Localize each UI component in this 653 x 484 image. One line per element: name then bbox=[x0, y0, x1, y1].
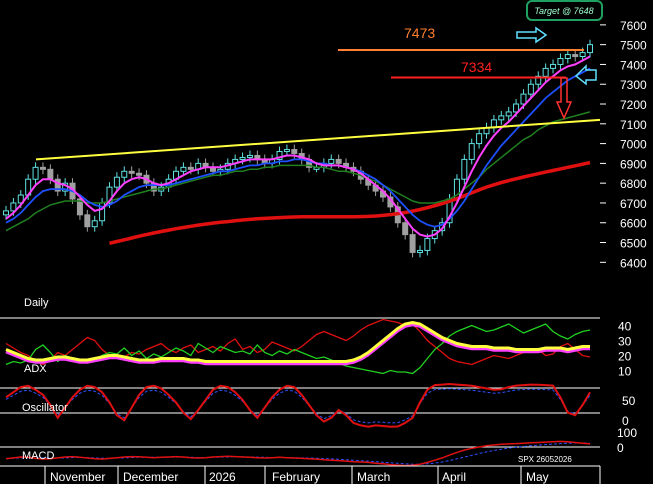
price-tick-label: 6800 bbox=[620, 177, 647, 191]
candle-body bbox=[579, 52, 586, 58]
spx-technical-chart: 7473 7334 Target @ 7648 7600 7500 7400 7300… bbox=[0, 0, 653, 484]
candle-body bbox=[3, 210, 9, 216]
candle-body bbox=[542, 67, 549, 77]
candle-body bbox=[587, 44, 593, 54]
candle-body bbox=[505, 111, 512, 117]
candle-body bbox=[47, 168, 54, 180]
candle-body bbox=[476, 133, 483, 145]
level-label-7334: 7334 bbox=[461, 59, 492, 75]
candle-body bbox=[283, 149, 290, 153]
candle-body bbox=[239, 156, 246, 160]
candle-body bbox=[402, 222, 409, 236]
panel-label-daily: Daily bbox=[24, 297, 49, 309]
candle-body bbox=[572, 54, 579, 58]
price-tick-label: 7000 bbox=[620, 138, 647, 152]
price-tick-label: 7500 bbox=[620, 39, 647, 53]
price-tick-label: 6500 bbox=[620, 237, 647, 251]
candle-body bbox=[136, 172, 143, 176]
price-tick-label: 6700 bbox=[620, 197, 647, 211]
target-badge-text: Target @ 7648 bbox=[534, 6, 593, 16]
candle-body bbox=[335, 158, 342, 164]
candle-body bbox=[39, 166, 46, 170]
candle-body bbox=[91, 220, 98, 228]
candle-body bbox=[113, 176, 120, 188]
panel-label-oscillator: Oscillator bbox=[22, 402, 68, 414]
ticker-label: SPX 26052026 bbox=[518, 455, 572, 464]
candle-body bbox=[187, 166, 194, 170]
candle-body bbox=[468, 143, 475, 160]
candle-body bbox=[32, 166, 39, 180]
adx-tick-label: 20 bbox=[618, 350, 632, 364]
candle-body bbox=[498, 115, 505, 121]
panel-label-adx: ADX bbox=[24, 363, 47, 375]
candle-body bbox=[461, 158, 468, 180]
month-label: November bbox=[50, 470, 105, 484]
macd-tick-label: 100 bbox=[617, 426, 637, 440]
candle-body bbox=[84, 214, 91, 228]
candle-body bbox=[424, 238, 431, 251]
oscillator-tick-label: 50 bbox=[622, 394, 636, 408]
candle-body bbox=[557, 58, 564, 65]
level-label-7473: 7473 bbox=[404, 25, 435, 41]
price-tick-label: 6400 bbox=[620, 256, 647, 270]
month-label: April bbox=[442, 470, 466, 484]
month-label: February bbox=[272, 470, 320, 484]
candle-body bbox=[550, 63, 557, 69]
panel-label-macd: MACD bbox=[22, 450, 54, 462]
price-tick-label: 7600 bbox=[620, 19, 647, 33]
candle-body bbox=[527, 83, 534, 95]
macd-tick-label: 0 bbox=[617, 441, 624, 455]
price-tick-label: 7300 bbox=[620, 78, 647, 92]
candle-body bbox=[246, 154, 253, 158]
month-label: December bbox=[123, 470, 178, 484]
candle-body bbox=[128, 170, 135, 174]
month-label: March bbox=[357, 470, 390, 484]
adx-tick-label: 10 bbox=[618, 365, 632, 379]
price-tick-label: 7400 bbox=[620, 58, 647, 72]
candle-body bbox=[291, 149, 298, 154]
candle-body bbox=[180, 166, 187, 172]
adx-tick-label: 40 bbox=[618, 320, 632, 334]
month-label: 2026 bbox=[209, 470, 236, 484]
month-label: May bbox=[526, 470, 549, 484]
price-tick-label: 6900 bbox=[620, 157, 647, 171]
candle-body bbox=[121, 170, 128, 178]
candle-body bbox=[564, 54, 571, 60]
candle-body bbox=[416, 249, 423, 253]
price-tick-label: 6600 bbox=[620, 217, 647, 231]
price-tick-label: 7200 bbox=[620, 98, 647, 112]
candle-body bbox=[520, 93, 527, 105]
adx-tick-label: 30 bbox=[618, 335, 632, 349]
candle-body bbox=[409, 234, 416, 253]
candle-body bbox=[328, 158, 335, 164]
price-tick-label: 7100 bbox=[620, 118, 647, 132]
